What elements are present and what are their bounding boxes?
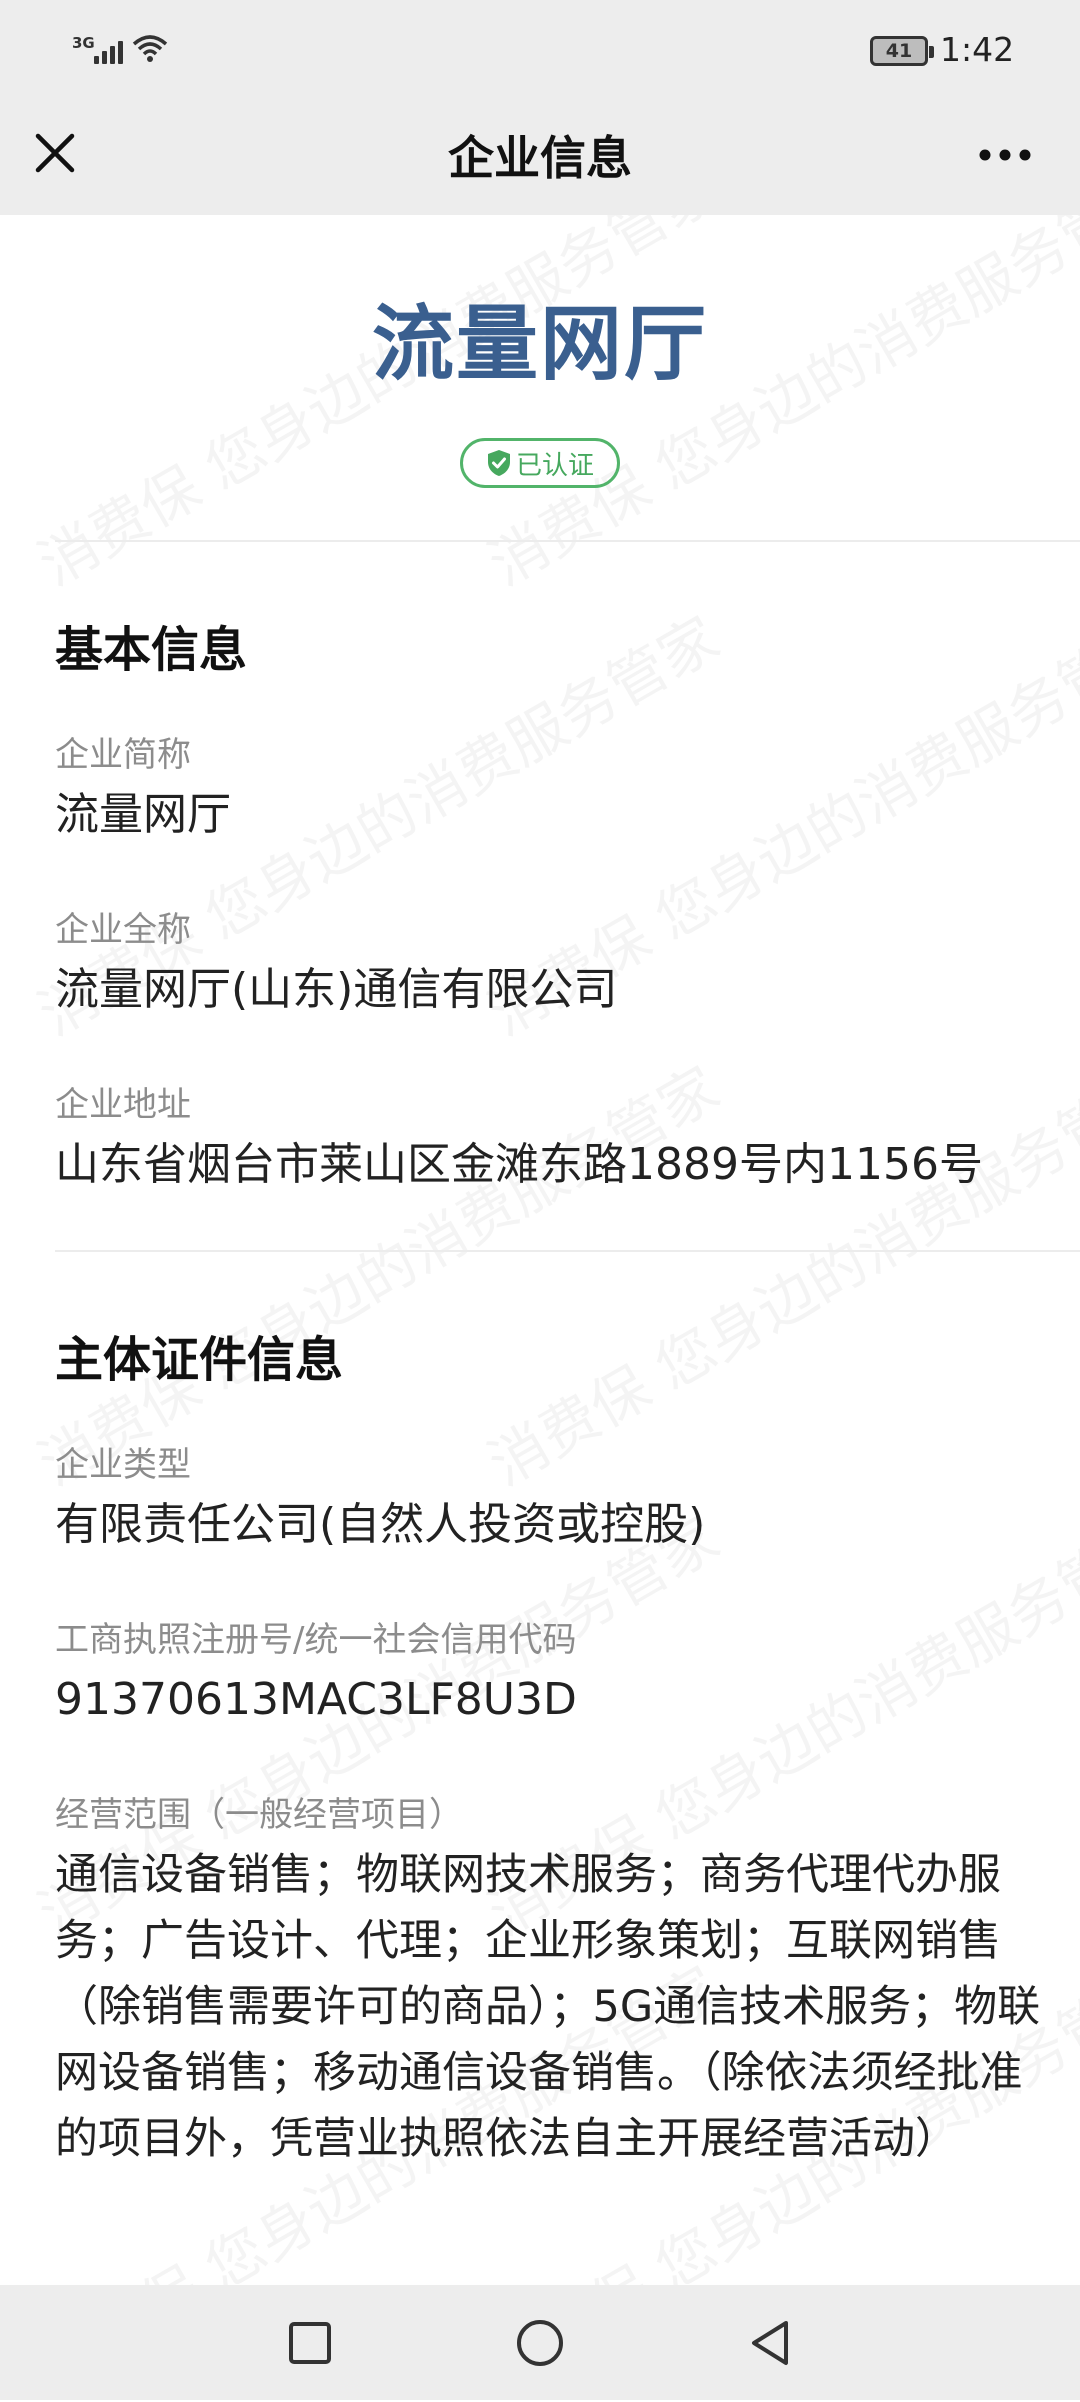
- back-icon[interactable]: [740, 2313, 800, 2373]
- field-value-short-name: 流量网厅: [55, 789, 231, 840]
- company-name-heading: 流量网厅: [371, 297, 708, 392]
- network-type: 3G: [72, 34, 95, 52]
- field-value-address: 山东省烟台市莱山区金滩东路1889号内1156号: [55, 1139, 983, 1190]
- verified-label: 已认证: [515, 450, 594, 481]
- more-icon[interactable]: [975, 130, 1035, 180]
- battery-indicator: 41: [870, 36, 934, 66]
- section-title-cert-info: 主体证件信息: [55, 1332, 344, 1388]
- recent-apps-icon[interactable]: [280, 2313, 340, 2373]
- section-title-basic-info: 基本信息: [55, 622, 248, 678]
- status-bar: 3G 41 1:42: [0, 0, 1080, 100]
- field-value-credit-code: 91370613MAC3LF8U3D: [55, 1674, 577, 1725]
- wifi-icon: [132, 35, 168, 62]
- divider: [55, 1250, 1080, 1252]
- company-info-content: 流量网厅 已认证 基本信息 企业简称 流量网厅 企业全称 流量网厅(山东)通信有…: [0, 215, 1080, 2285]
- verified-badge: 已认证: [460, 438, 620, 488]
- field-value-business-scope: 通信设备销售；物联网技术服务；商务代理代办服务；广告设计、代理；企业形象策划；互…: [55, 1850, 1041, 2164]
- field-value-full-name: 流量网厅(山东)通信有限公司: [55, 964, 618, 1015]
- field-label-address: 企业地址: [55, 1085, 191, 1125]
- field-label-business-scope: 经营范围（一般经营项目）: [55, 1795, 463, 1835]
- page-title: 企业信息: [448, 131, 632, 185]
- system-nav-bar: [0, 2285, 1080, 2400]
- nav-bar: 企业信息: [0, 100, 1080, 215]
- field-value-company-type: 有限责任公司(自然人投资或控股): [55, 1499, 706, 1550]
- field-label-short-name: 企业简称: [55, 735, 191, 775]
- home-icon[interactable]: [510, 2313, 570, 2373]
- divider: [55, 540, 1080, 542]
- field-label-company-type: 企业类型: [55, 1445, 191, 1485]
- clock: 1:42: [940, 30, 1015, 69]
- field-label-full-name: 企业全称: [55, 910, 191, 950]
- battery-level: 41: [885, 40, 913, 62]
- shield-check-icon: [487, 450, 510, 476]
- field-label-credit-code: 工商执照注册号/统一社会信用代码: [55, 1620, 577, 1660]
